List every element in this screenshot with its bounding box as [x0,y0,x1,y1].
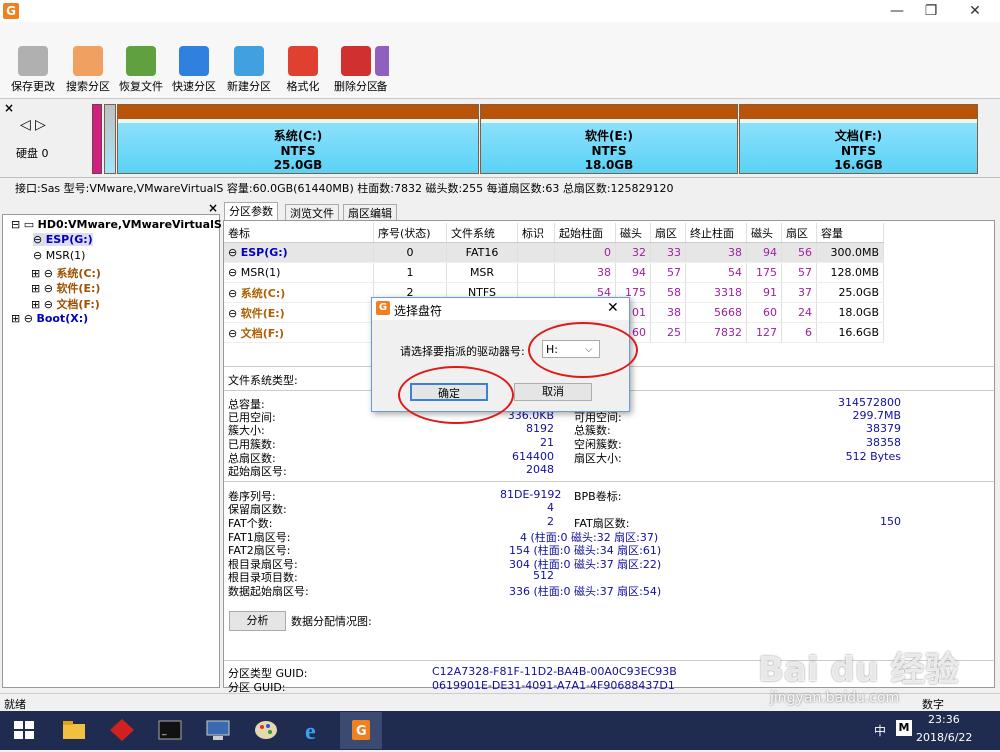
table-row[interactable]: ⊖ ESP(G:) 0 FAT16 0 32 33 38 94 56 300.0… [224,242,884,263]
prev-disk-icon[interactable]: ◁ [20,117,31,133]
ime-mode-icon[interactable]: M [896,720,912,736]
backup-button[interactable]: 备 [375,44,389,96]
recover-files-button[interactable]: 恢复文件 [113,44,169,96]
close-button[interactable]: ✕ [958,1,992,21]
disk-label: 硬盘 0 [16,147,49,160]
disk-info-line: 接口:Sas 型号:VMware,VMwareVirtualS 容量:60.0G… [15,182,674,195]
tab-partition-params[interactable]: 分区参数 [224,202,278,220]
partition-block-e[interactable]: 软件(E:) NTFS 18.0GB [480,104,738,174]
tree-item-e[interactable]: ⊞ ⊖ 软件(E:) [31,280,100,296]
ie-icon[interactable]: e [298,715,330,745]
recover-icon [126,46,156,76]
svg-text:G: G [356,724,367,739]
msr-partition-block[interactable] [104,104,116,174]
new-partition-icon [234,46,264,76]
file-explorer-icon[interactable] [58,715,90,745]
format-button[interactable]: 格式化 [275,44,331,96]
partition-block-f[interactable]: 文档(F:) NTFS 16.6GB [739,104,978,174]
search-icon [73,46,103,76]
tree-item-f[interactable]: ⊞ ⊖ 文档(F:) [31,296,100,312]
computer-icon[interactable] [202,715,234,745]
diskgenius-task-icon[interactable]: G [340,712,382,749]
fs-type-label: 文件系统类型: [228,374,298,387]
close-panel-icon[interactable]: × [4,101,14,115]
windows-start-icon[interactable] [8,715,40,745]
table-row[interactable]: ⊖ MSR(1) 1 MSR 38 94 57 54 175 57 128.0M… [224,262,884,283]
tree-item-c[interactable]: ⊞ ⊖ 系统(C:) [31,265,101,281]
restore-button[interactable]: ❐ [914,1,948,21]
partition-block-c[interactable]: 系统(C:) NTFS 25.0GB [117,104,479,174]
highlight-ring-ok [398,366,514,424]
analyze-button[interactable]: 分析 [229,611,286,631]
baidu-watermark-site: jingyan.baidu.com [770,690,900,706]
status-text: 就绪 [4,698,26,711]
tree-close-icon[interactable]: × [208,201,218,215]
terminal-icon[interactable]: _ [154,715,186,745]
tree-root[interactable]: ⊟ ▭ HD0:VMware,VMwareVirtualS [11,218,222,231]
diamond-app-icon[interactable] [106,715,138,745]
delete-icon [341,46,371,76]
cancel-button[interactable]: 取消 [514,383,592,401]
disk-tree: ⊟ ▭ HD0:VMware,VMwareVirtualS ⊖ ESP(G:) … [2,214,222,688]
svg-text:_: _ [161,726,167,736]
search-partition-button[interactable]: 搜索分区 [60,44,116,96]
numlock-indicator: 数字 [922,698,944,711]
drive-prompt: 请选择要指派的驱动器号: [400,345,525,358]
esp-partition-block[interactable] [92,104,102,174]
tree-item-boot[interactable]: ⊞ ⊖ Boot(X:) [11,312,88,325]
dialog-title: 选择盘符 [394,304,443,318]
highlight-ring-select [528,322,638,378]
menu-bar [0,22,1000,40]
clock-date[interactable]: 2018/6/22 [916,731,972,744]
quick-partition-icon [179,46,209,76]
backup-icon [375,46,389,76]
taskbar: _ e G [0,711,1000,750]
dialog-close-icon[interactable]: ✕ [607,300,619,316]
dialog-title-bar: G 选择盘符 ✕ [372,298,629,320]
save-icon [18,46,48,76]
tree-item-esp[interactable]: ⊖ ESP(G:) [33,233,93,246]
minimize-button[interactable]: — [880,1,914,21]
next-disk-icon[interactable]: ▷ [35,117,46,133]
paint-icon[interactable] [250,715,282,745]
format-icon [288,46,318,76]
clock-time[interactable]: 23:36 [928,713,960,726]
svg-text:e: e [305,719,316,745]
toolbar: 保存更改 搜索分区 恢复文件 快速分区 新建分区 格式化 删除分区 备 [0,40,1000,99]
table-header: 卷标 序号(状态) 文件系统 标识 起始柱面 磁头 扇区 终止柱面 磁头 扇区 … [224,223,884,243]
new-partition-button[interactable]: 新建分区 [221,44,277,96]
baidu-watermark: Bai du 经验 [758,650,959,690]
ime-indicator[interactable]: 中 [874,722,886,739]
save-changes-button[interactable]: 保存更改 [5,44,61,96]
tree-item-msr[interactable]: ⊖ MSR(1) [33,249,85,262]
title-bar: G — ❐ ✕ [0,0,1000,23]
app-icon: G [3,3,19,19]
quick-partition-button[interactable]: 快速分区 [166,44,222,96]
app-icon: G [376,301,390,315]
